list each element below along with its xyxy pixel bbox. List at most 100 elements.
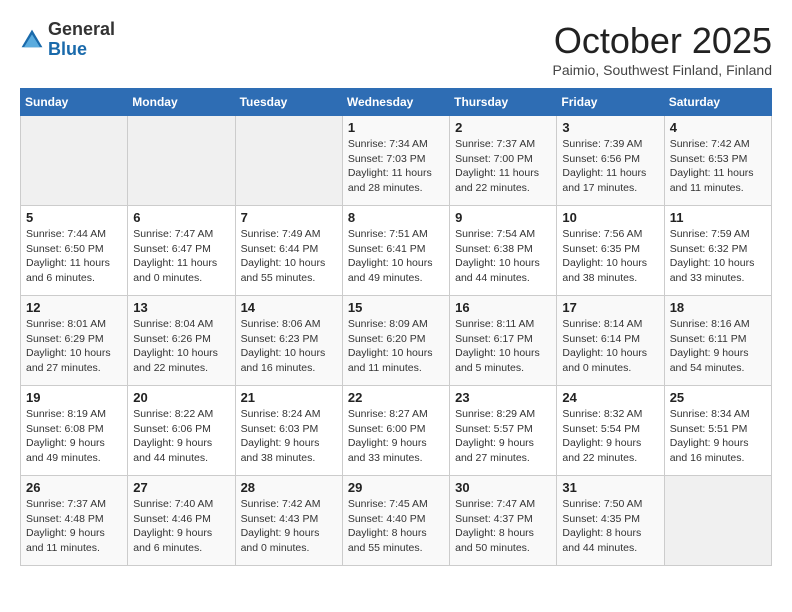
- day-number: 4: [670, 120, 766, 135]
- day-number: 2: [455, 120, 551, 135]
- calendar-cell: 3 Sunrise: 7:39 AM Sunset: 6:56 PM Daylig…: [557, 116, 664, 206]
- day-info: Sunrise: 7:59 AM Sunset: 6:32 PM Dayligh…: [670, 227, 766, 286]
- day-info: Sunrise: 8:06 AM Sunset: 6:23 PM Dayligh…: [241, 317, 337, 376]
- day-number: 1: [348, 120, 444, 135]
- day-number: 9: [455, 210, 551, 225]
- calendar-cell: 14 Sunrise: 8:06 AM Sunset: 6:23 PM Dayli…: [235, 296, 342, 386]
- day-number: 5: [26, 210, 122, 225]
- calendar-cell: 26Sunrise: 7:37 AM Sunset: 4:48 PM Dayli…: [21, 476, 128, 566]
- calendar-cell: 22 Sunrise: 8:27 AM Sunset: 6:00 PM Dayli…: [342, 386, 449, 476]
- calendar-table: SundayMondayTuesdayWednesdayThursdayFrid…: [20, 88, 772, 566]
- day-number: 16: [455, 300, 551, 315]
- weekday-header-tuesday: Tuesday: [235, 89, 342, 116]
- calendar-cell: 5Sunrise: 7:44 AM Sunset: 6:50 PM Daylig…: [21, 206, 128, 296]
- day-number: 13: [133, 300, 229, 315]
- day-info: Sunrise: 7:42 AM Sunset: 6:53 PM Dayligh…: [670, 137, 766, 196]
- calendar-cell: [21, 116, 128, 206]
- day-info: Sunrise: 8:22 AM Sunset: 6:06 PM Dayligh…: [133, 407, 229, 466]
- logo-text: General Blue: [48, 20, 115, 60]
- day-info: Sunrise: 8:04 AM Sunset: 6:26 PM Dayligh…: [133, 317, 229, 376]
- calendar-week-2: 5Sunrise: 7:44 AM Sunset: 6:50 PM Daylig…: [21, 206, 772, 296]
- day-number: 23: [455, 390, 551, 405]
- logo-blue: Blue: [48, 40, 115, 60]
- weekday-header-thursday: Thursday: [450, 89, 557, 116]
- day-number: 14: [241, 300, 337, 315]
- calendar-cell: 28 Sunrise: 7:42 AM Sunset: 4:43 PM Dayli…: [235, 476, 342, 566]
- calendar-cell: 27 Sunrise: 7:40 AM Sunset: 4:46 PM Dayli…: [128, 476, 235, 566]
- day-number: 17: [562, 300, 658, 315]
- logo: General Blue: [20, 20, 115, 60]
- day-info: Sunrise: 7:47 AM Sunset: 4:37 PM Dayligh…: [455, 497, 551, 556]
- calendar-cell: 4 Sunrise: 7:42 AM Sunset: 6:53 PM Daylig…: [664, 116, 771, 206]
- day-number: 27: [133, 480, 229, 495]
- month-title: October 2025: [553, 20, 772, 62]
- calendar-cell: 2 Sunrise: 7:37 AM Sunset: 7:00 PM Daylig…: [450, 116, 557, 206]
- calendar-week-1: 1 Sunrise: 7:34 AM Sunset: 7:03 PM Daylig…: [21, 116, 772, 206]
- day-info: Sunrise: 8:29 AM Sunset: 5:57 PM Dayligh…: [455, 407, 551, 466]
- day-number: 31: [562, 480, 658, 495]
- day-number: 8: [348, 210, 444, 225]
- day-info: Sunrise: 8:32 AM Sunset: 5:54 PM Dayligh…: [562, 407, 658, 466]
- weekday-header-sunday: Sunday: [21, 89, 128, 116]
- calendar-cell: 7Sunrise: 7:49 AM Sunset: 6:44 PM Daylig…: [235, 206, 342, 296]
- weekday-header-wednesday: Wednesday: [342, 89, 449, 116]
- day-info: Sunrise: 7:42 AM Sunset: 4:43 PM Dayligh…: [241, 497, 337, 556]
- calendar-cell: 30 Sunrise: 7:47 AM Sunset: 4:37 PM Dayli…: [450, 476, 557, 566]
- calendar-cell: 12 Sunrise: 8:01 AM Sunset: 6:29 PM Dayli…: [21, 296, 128, 386]
- calendar-cell: 23 Sunrise: 8:29 AM Sunset: 5:57 PM Dayli…: [450, 386, 557, 476]
- day-info: Sunrise: 7:37 AM Sunset: 7:00 PM Dayligh…: [455, 137, 551, 196]
- day-info: Sunrise: 7:34 AM Sunset: 7:03 PM Dayligh…: [348, 137, 444, 196]
- day-info: Sunrise: 8:24 AM Sunset: 6:03 PM Dayligh…: [241, 407, 337, 466]
- calendar-cell: 24Sunrise: 8:32 AM Sunset: 5:54 PM Dayli…: [557, 386, 664, 476]
- title-block: October 2025 Paimio, Southwest Finland, …: [553, 20, 772, 78]
- day-info: Sunrise: 7:50 AM Sunset: 4:35 PM Dayligh…: [562, 497, 658, 556]
- page-header: General Blue October 2025 Paimio, Southw…: [20, 20, 772, 78]
- calendar-cell: [235, 116, 342, 206]
- day-info: Sunrise: 7:47 AM Sunset: 6:47 PM Dayligh…: [133, 227, 229, 286]
- calendar-cell: 19Sunrise: 8:19 AM Sunset: 6:08 PM Dayli…: [21, 386, 128, 476]
- day-number: 18: [670, 300, 766, 315]
- day-number: 15: [348, 300, 444, 315]
- calendar-cell: 6Sunrise: 7:47 AM Sunset: 6:47 PM Daylig…: [128, 206, 235, 296]
- day-info: Sunrise: 7:37 AM Sunset: 4:48 PM Dayligh…: [26, 497, 122, 556]
- day-info: Sunrise: 7:45 AM Sunset: 4:40 PM Dayligh…: [348, 497, 444, 556]
- day-info: Sunrise: 7:40 AM Sunset: 4:46 PM Dayligh…: [133, 497, 229, 556]
- calendar-cell: 17Sunrise: 8:14 AM Sunset: 6:14 PM Dayli…: [557, 296, 664, 386]
- day-info: Sunrise: 8:11 AM Sunset: 6:17 PM Dayligh…: [455, 317, 551, 376]
- calendar-cell: 16 Sunrise: 8:11 AM Sunset: 6:17 PM Dayli…: [450, 296, 557, 386]
- day-number: 12: [26, 300, 122, 315]
- day-number: 20: [133, 390, 229, 405]
- day-number: 3: [562, 120, 658, 135]
- calendar-cell: 10Sunrise: 7:56 AM Sunset: 6:35 PM Dayli…: [557, 206, 664, 296]
- day-number: 30: [455, 480, 551, 495]
- calendar-cell: [664, 476, 771, 566]
- day-number: 11: [670, 210, 766, 225]
- location: Paimio, Southwest Finland, Finland: [553, 62, 772, 78]
- day-info: Sunrise: 8:34 AM Sunset: 5:51 PM Dayligh…: [670, 407, 766, 466]
- calendar-week-3: 12 Sunrise: 8:01 AM Sunset: 6:29 PM Dayli…: [21, 296, 772, 386]
- calendar-cell: [128, 116, 235, 206]
- day-info: Sunrise: 7:39 AM Sunset: 6:56 PM Dayligh…: [562, 137, 658, 196]
- day-number: 7: [241, 210, 337, 225]
- day-info: Sunrise: 8:01 AM Sunset: 6:29 PM Dayligh…: [26, 317, 122, 376]
- calendar-cell: 13 Sunrise: 8:04 AM Sunset: 6:26 PM Dayli…: [128, 296, 235, 386]
- calendar-cell: 18 Sunrise: 8:16 AM Sunset: 6:11 PM Dayli…: [664, 296, 771, 386]
- logo-icon: [20, 28, 44, 52]
- day-info: Sunrise: 8:19 AM Sunset: 6:08 PM Dayligh…: [26, 407, 122, 466]
- calendar-cell: 21Sunrise: 8:24 AM Sunset: 6:03 PM Dayli…: [235, 386, 342, 476]
- day-info: Sunrise: 7:54 AM Sunset: 6:38 PM Dayligh…: [455, 227, 551, 286]
- calendar-cell: 29Sunrise: 7:45 AM Sunset: 4:40 PM Dayli…: [342, 476, 449, 566]
- day-info: Sunrise: 7:56 AM Sunset: 6:35 PM Dayligh…: [562, 227, 658, 286]
- day-number: 22: [348, 390, 444, 405]
- calendar-week-4: 19Sunrise: 8:19 AM Sunset: 6:08 PM Dayli…: [21, 386, 772, 476]
- day-number: 25: [670, 390, 766, 405]
- day-number: 28: [241, 480, 337, 495]
- calendar-cell: 8Sunrise: 7:51 AM Sunset: 6:41 PM Daylig…: [342, 206, 449, 296]
- calendar-cell: 15 Sunrise: 8:09 AM Sunset: 6:20 PM Dayli…: [342, 296, 449, 386]
- weekday-header-saturday: Saturday: [664, 89, 771, 116]
- day-info: Sunrise: 8:16 AM Sunset: 6:11 PM Dayligh…: [670, 317, 766, 376]
- day-info: Sunrise: 8:27 AM Sunset: 6:00 PM Dayligh…: [348, 407, 444, 466]
- day-info: Sunrise: 8:09 AM Sunset: 6:20 PM Dayligh…: [348, 317, 444, 376]
- calendar-cell: 25 Sunrise: 8:34 AM Sunset: 5:51 PM Dayli…: [664, 386, 771, 476]
- calendar-cell: 31 Sunrise: 7:50 AM Sunset: 4:35 PM Dayli…: [557, 476, 664, 566]
